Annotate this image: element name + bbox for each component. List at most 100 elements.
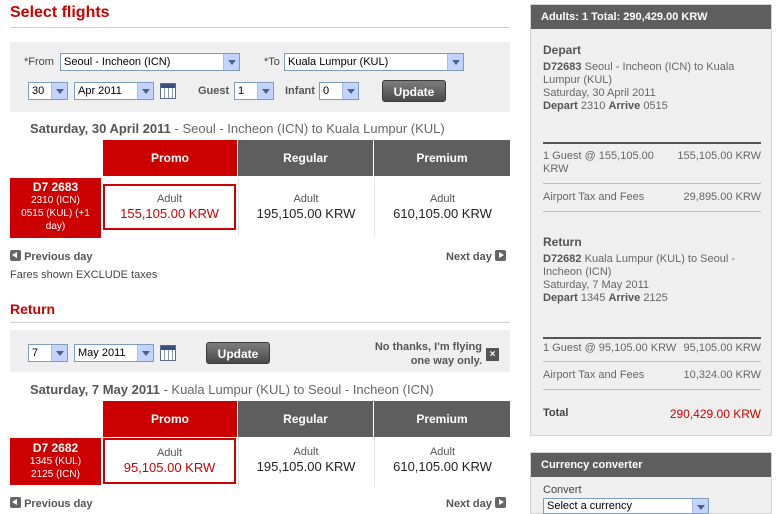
return-flight-arrival: 2125 (ICN) bbox=[31, 469, 80, 480]
summary-return-tax-amount: 10,324.00 KRW bbox=[683, 369, 761, 381]
depart-date-heading: Saturday, 30 April 2011 - Seoul - Incheo… bbox=[30, 121, 445, 136]
return-previous-day-link[interactable]: Previous day bbox=[10, 497, 93, 510]
fares-note: Fares shown EXCLUDE taxes bbox=[10, 269, 158, 281]
summary-return-tax-label: Airport Tax and Fees bbox=[543, 369, 645, 381]
summary-divider bbox=[543, 337, 761, 339]
one-way-link[interactable]: No thanks, I'm flying one way only. bbox=[350, 340, 482, 368]
currency-select[interactable]: Select a currency bbox=[543, 498, 709, 514]
guest-select-value: 1 bbox=[238, 85, 245, 97]
summary-total-row: Total 290,429.00 KRW bbox=[543, 407, 761, 421]
flight-selection-panel: Select flights *From Seoul - Incheon (IC… bbox=[0, 0, 520, 514]
chevron-down-icon bbox=[137, 345, 153, 361]
guest-select[interactable]: 1 bbox=[234, 82, 274, 100]
depart-flight-info: D7 2683 2310 (ICN) 0515 (KUL) (+1 day) bbox=[10, 178, 101, 238]
summary-return-guest-row: 1 Guest @ 95,105.00 KRW 95,105.00 KRW bbox=[543, 342, 761, 355]
depart-update-button[interactable]: Update bbox=[382, 80, 446, 102]
close-icon[interactable]: × bbox=[486, 348, 499, 361]
from-select-value: Seoul - Incheon (ICN) bbox=[64, 56, 171, 68]
fare-type: Adult bbox=[293, 193, 319, 205]
summary-divider bbox=[543, 142, 761, 144]
chevron-down-icon bbox=[137, 83, 153, 99]
summary-depart-label: Depart bbox=[543, 100, 578, 112]
summary-header: Adults: 1 Total: 290,429.00 KRW bbox=[531, 5, 771, 29]
return-flight-number: D7 2682 bbox=[32, 441, 79, 455]
depart-date: Saturday, 30 April 2011 bbox=[30, 121, 171, 136]
summary-depart-time: 2310 bbox=[580, 100, 606, 112]
summary-depart-guest-label: 1 Guest @ 155,105.00 KRW bbox=[543, 150, 654, 175]
summary-return-title: Return bbox=[543, 235, 582, 249]
return-title: Return bbox=[10, 301, 56, 317]
summary-depart-title: Depart bbox=[543, 43, 582, 57]
depart-month-select[interactable]: Apr 2011 bbox=[74, 82, 154, 100]
summary-depart-guest-amount: 155,105.00 KRW bbox=[677, 150, 761, 162]
depart-fare-promo[interactable]: Adult 155,105.00 KRW bbox=[103, 184, 236, 230]
depart-flight-departure: 2310 (ICN) bbox=[31, 195, 80, 206]
chevron-down-icon bbox=[223, 54, 239, 70]
summary-divider bbox=[543, 183, 761, 184]
return-month-select[interactable]: May 2011 bbox=[74, 344, 154, 362]
summary-depart-guest-row: 1 Guest @ 155,105.00 KRW 155,105.00 KRW bbox=[543, 150, 761, 176]
guest-label: Guest bbox=[198, 85, 230, 97]
summary-divider bbox=[543, 211, 761, 212]
depart-day-value: 30 bbox=[32, 85, 45, 97]
return-fare-regular[interactable]: Adult 195,105.00 KRW bbox=[238, 438, 373, 486]
infant-label: Infant bbox=[285, 85, 315, 97]
depart-search-form: *From Seoul - Incheon (ICN) *To Kuala Lu… bbox=[10, 42, 510, 112]
booking-summary-panel: Adults: 1 Total: 290,429.00 KRW Depart D… bbox=[530, 4, 772, 436]
summary-total-amount: 290,429.00 KRW bbox=[669, 407, 761, 421]
chevron-down-icon bbox=[51, 345, 67, 361]
depart-next-day-link[interactable]: Next day bbox=[446, 250, 506, 263]
previous-day-label: Previous day bbox=[24, 498, 93, 510]
chevron-down-icon bbox=[257, 83, 273, 99]
regular-column-header: Regular bbox=[238, 140, 373, 176]
return-next-day-link[interactable]: Next day bbox=[446, 497, 506, 510]
depart-fare-regular[interactable]: Adult 195,105.00 KRW bbox=[238, 178, 373, 236]
summary-divider bbox=[543, 361, 761, 362]
depart-flight-arrival: 0515 (KUL) (+1 bbox=[21, 208, 90, 219]
summary-arrive-time: 0515 bbox=[643, 100, 668, 112]
promo-column-header: Promo bbox=[103, 140, 237, 176]
chevron-down-icon bbox=[447, 54, 463, 70]
calendar-icon[interactable] bbox=[160, 345, 176, 361]
from-label: *From bbox=[24, 56, 54, 68]
return-fare-promo[interactable]: Adult 95,105.00 KRW bbox=[103, 438, 236, 484]
currency-select-placeholder: Select a currency bbox=[547, 500, 632, 512]
summary-depart-tax-label: Airport Tax and Fees bbox=[543, 191, 645, 203]
depart-previous-day-link[interactable]: Previous day bbox=[10, 250, 93, 263]
return-date-heading: Saturday, 7 May 2011 - Kuala Lumpur (KUL… bbox=[30, 382, 434, 397]
summary-depart-flight: D72683 bbox=[543, 61, 582, 73]
return-flight-info: D7 2682 1345 (KUL) 2125 (ICN) bbox=[10, 438, 101, 485]
fare-type: Adult bbox=[429, 446, 456, 458]
return-month-value: May 2011 bbox=[78, 347, 126, 359]
summary-return-guest-amount: 95,105.00 KRW bbox=[683, 342, 761, 354]
from-select[interactable]: Seoul - Incheon (ICN) bbox=[60, 53, 240, 71]
to-select[interactable]: Kuala Lumpur (KUL) bbox=[284, 53, 464, 71]
depart-route: - Seoul - Incheon (ICN) to Kuala Lumpur … bbox=[170, 121, 445, 136]
page-title: Select flights bbox=[10, 4, 110, 21]
summary-return-guest-label: 1 Guest @ 95,105.00 KRW bbox=[543, 342, 677, 354]
summary-total-label: Total bbox=[543, 407, 569, 419]
summary-return-depart-time: 1345 bbox=[580, 292, 606, 304]
summary-return-arrive-time: 2125 bbox=[643, 292, 668, 304]
fare-price: 95,105.00 KRW bbox=[123, 460, 216, 475]
chevron-down-icon bbox=[342, 83, 358, 99]
depart-fare-premium[interactable]: Adult 610,105.00 KRW bbox=[374, 178, 510, 236]
summary-arrive-label: Arrive bbox=[608, 100, 641, 112]
infant-select-value: 0 bbox=[323, 85, 330, 97]
one-way-text-line2: one way only. bbox=[410, 355, 482, 367]
infant-select[interactable]: 0 bbox=[319, 82, 359, 100]
return-update-button[interactable]: Update bbox=[206, 342, 270, 364]
summary-return-arrive-label: Arrive bbox=[608, 292, 641, 304]
summary-divider bbox=[543, 389, 761, 390]
premium-column-header: Premium bbox=[374, 401, 510, 437]
regular-column-header: Regular bbox=[238, 401, 373, 437]
return-day-select[interactable]: 7 bbox=[28, 344, 68, 362]
depart-day-select[interactable]: 30 bbox=[28, 82, 68, 100]
return-fare-premium[interactable]: Adult 610,105.00 KRW bbox=[374, 438, 510, 486]
calendar-icon[interactable] bbox=[160, 83, 176, 99]
arrow-right-icon bbox=[494, 250, 506, 261]
one-way-text-line1: No thanks, I'm flying bbox=[374, 341, 482, 353]
return-day-value: 7 bbox=[32, 347, 39, 359]
summary-return-details: D72682 Kuala Lumpur (KUL) to Seoul - Inc… bbox=[543, 253, 763, 305]
fare-price: 610,105.00 KRW bbox=[393, 206, 492, 221]
